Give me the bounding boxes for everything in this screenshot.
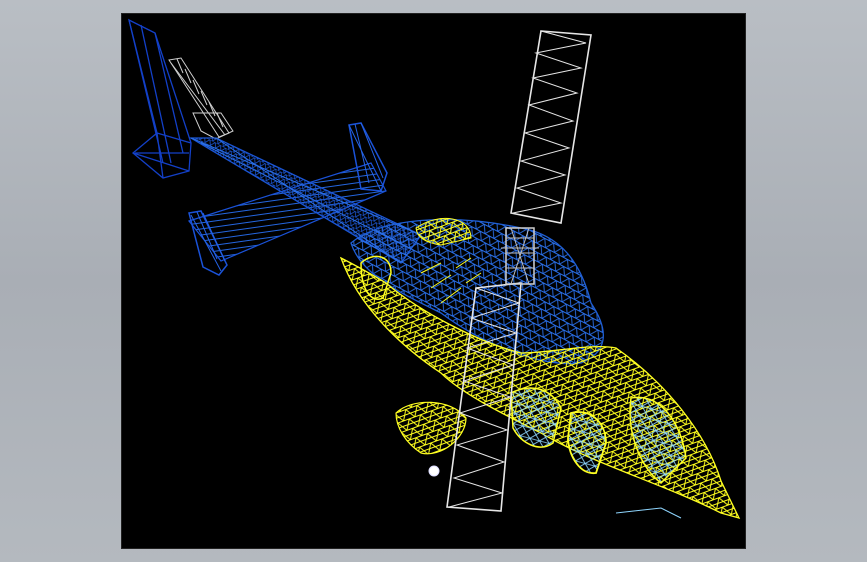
cad-viewport[interactable] [121,13,746,549]
tail-rotor [168,57,234,140]
wheel-icon [428,465,440,477]
fuselage [339,217,741,520]
tail-fin [128,18,192,179]
helicopter-wireframe [128,18,741,520]
